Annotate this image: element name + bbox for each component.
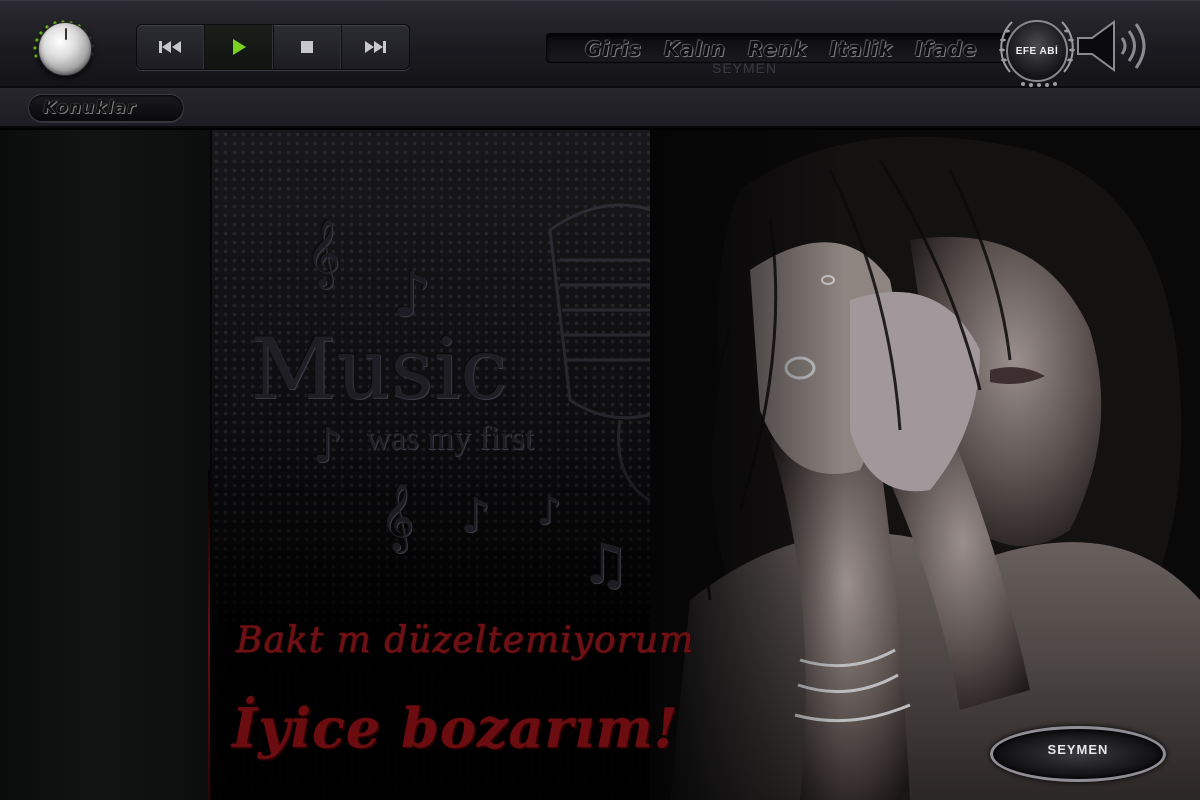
menu-item-ifade[interactable]: Ifade [915,37,978,61]
main-stage: 𝄞 ♪ ♪ 𝄞 ♪ ♪ ♫ Music was my first Bakt m … [0,130,1200,800]
badge-label: EFE ABİ [1015,45,1059,57]
format-menu: Giris Kalın Renk Italik Ifade [546,33,1016,63]
menu-item-giris[interactable]: Giris [585,37,642,61]
menu-item-italik[interactable]: Italik [829,37,893,61]
script-line-1: Bakt m düzeltemiyorum [236,620,695,661]
secondary-toolbar: Konuklar [0,88,1200,128]
eighth-note-icon: ♪ [312,418,343,474]
seymen-logo: SEYMEN [990,720,1170,790]
play-icon [232,39,246,55]
previous-button[interactable] [137,25,206,69]
volume-knob-icon [38,22,92,76]
efe-abi-badge: EFE ABİ [996,12,1078,87]
woman-photo [650,130,1200,800]
treble-clef-icon: 𝄞 [380,482,415,550]
treble-clef-icon: 𝄞 [306,218,341,286]
speaker-icon[interactable] [1074,16,1154,76]
stop-button[interactable] [274,25,342,69]
menu-item-renk[interactable]: Renk [748,37,808,61]
transport-controls [136,24,410,70]
player-toolbar: Giris Kalın Renk Italik Ifade SEYMEN EFE… [0,0,1200,88]
eighth-note-icon: ♪ [460,488,491,544]
next-button[interactable] [342,25,409,69]
logo-label: SEYMEN [1047,742,1109,757]
skip-back-icon [158,41,181,53]
menu-watermark: SEYMEN [712,60,778,76]
music-subtitle: was my first [366,420,535,457]
red-accent-line [208,470,210,800]
eighth-note-icon: ♪ [536,488,562,534]
play-button[interactable] [205,25,274,69]
skip-forward-icon [365,41,387,53]
volume-knob[interactable] [26,12,102,88]
beamed-notes-icon: ♫ [580,532,631,597]
menu-item-kalin[interactable]: Kalın [664,37,726,61]
leather-panel [0,130,210,800]
guests-label: Konuklar [43,98,137,118]
script-line-2: İyice bozarım! [232,696,679,760]
stop-icon [301,41,314,53]
guests-button[interactable]: Konuklar [28,94,184,122]
badge-emblem: EFE ABİ [1006,20,1068,82]
music-title: Music [250,320,508,418]
